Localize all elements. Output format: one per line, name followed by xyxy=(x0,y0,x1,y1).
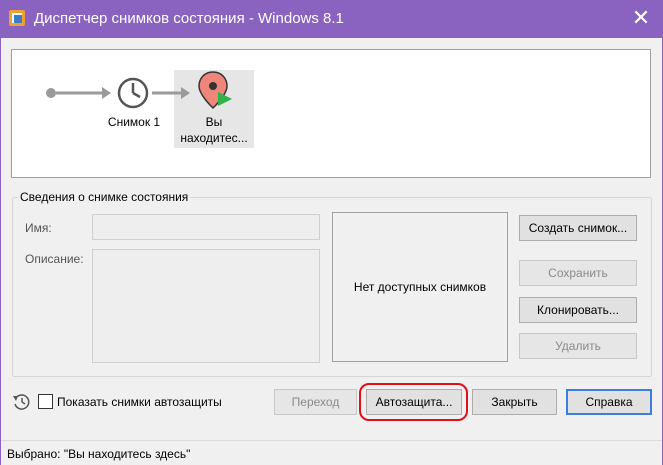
current-state-label-line2[interactable]: находитес... xyxy=(174,130,254,146)
show-autoprotect-label[interactable]: Показать снимки автозащиты xyxy=(57,395,222,409)
status-text: Выбрано: "Вы находитесь здесь" xyxy=(7,447,191,461)
delete-button[interactable]: Удалить xyxy=(519,333,637,359)
autoprotect-highlight-ring xyxy=(359,383,468,421)
take-snapshot-button[interactable]: Создать снимок... xyxy=(519,215,637,241)
snapshot-preview: Нет доступных снимков xyxy=(332,212,508,362)
root-node-icon xyxy=(46,88,56,98)
you-are-here-pin-icon xyxy=(198,71,232,110)
current-state-label-line1[interactable]: Вы xyxy=(174,114,254,130)
description-field[interactable] xyxy=(92,249,320,363)
vmware-app-icon xyxy=(9,10,25,26)
name-label: Имя: xyxy=(25,221,52,235)
help-button[interactable]: Справка xyxy=(566,389,652,415)
description-label: Описание: xyxy=(25,252,84,266)
title-bar: Диспетчер снимков состояния - Windows 8.… xyxy=(0,0,663,38)
no-snapshots-text: Нет доступных снимков xyxy=(353,280,487,294)
clone-button[interactable]: Клонировать... xyxy=(519,297,637,323)
status-bar: Выбрано: "Вы находитесь здесь" xyxy=(1,440,662,464)
show-autoprotect-checkbox[interactable] xyxy=(38,394,53,409)
connector-arrow-1 xyxy=(56,87,111,99)
snapshot-1-label[interactable]: Снимок 1 xyxy=(102,114,166,130)
snapshot-details-title: Сведения о снимке состояния xyxy=(18,190,191,204)
name-field[interactable] xyxy=(92,214,320,240)
close-icon[interactable]: ✕ xyxy=(625,4,657,32)
snapshot-clock-icon xyxy=(117,77,149,109)
window-title: Диспетчер снимков состояния - Windows 8.… xyxy=(34,10,344,27)
autoprotect-history-icon xyxy=(13,394,30,410)
snapshot-tree-panel[interactable]: Снимок 1 Вы находитес... xyxy=(11,49,651,178)
close-button[interactable]: Закрыть xyxy=(472,389,557,415)
go-to-button[interactable]: Переход xyxy=(274,389,357,415)
save-button[interactable]: Сохранить xyxy=(519,260,637,286)
connector-arrow-2 xyxy=(152,87,190,99)
